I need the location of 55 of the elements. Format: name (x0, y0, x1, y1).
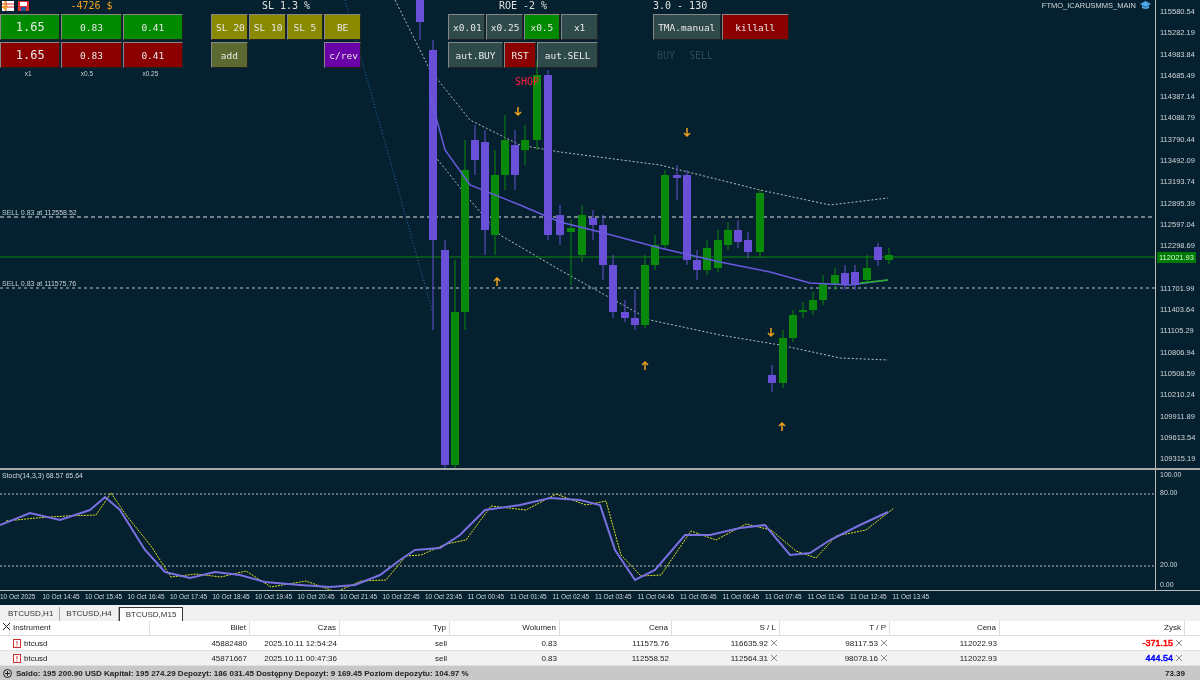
panel-button[interactable]: x0.01 (448, 14, 485, 40)
table-cell-text: 45882480 (211, 637, 247, 650)
column-header[interactable]: Wolumen (450, 621, 560, 635)
table-cell-text: btcusd (24, 637, 48, 650)
table-cell-text: sell (435, 637, 447, 650)
column-header[interactable]: Zysk (1000, 621, 1185, 635)
panel-button[interactable]: aut.SELL (537, 42, 598, 68)
table-cell-text: 2025.10.11 00:47:36 (264, 652, 337, 665)
panel-button[interactable]: 0.83 (61, 14, 122, 40)
table-cell-text: 111575.76 (632, 637, 669, 650)
column-header[interactable]: Bilet (150, 621, 250, 635)
table-cell: 444.54 (1145, 651, 1173, 665)
panel-button[interactable]: 0.83 (61, 42, 122, 68)
table-cell-text: 116635.92 (730, 637, 768, 650)
panel-button[interactable]: 0.41 (122, 42, 183, 68)
table-cell-text: 98078.16 (844, 652, 878, 665)
total-profit: 73.39 (1164, 668, 1185, 678)
signal-label: SHOP (515, 76, 540, 87)
panel-button[interactable]: aut.BUY (448, 42, 504, 68)
panel-button[interactable]: add (211, 42, 248, 68)
column-header[interactable]: S / L (672, 621, 780, 635)
panel-title: -4726 $ (70, 0, 113, 12)
panel-button[interactable]: TMA.manual (653, 14, 721, 40)
table-cell-text: 112022.93 (959, 637, 997, 650)
table-cell-text: 98117.53 (845, 637, 878, 650)
table-cell-text: sell (435, 652, 447, 665)
table-cell-text: 2025.10.11 12:54:24 (264, 637, 337, 650)
column-header[interactable]: Cena (560, 621, 672, 635)
panel-button[interactable]: 0.41 (122, 14, 183, 40)
panel-title: 3.0 - 130 (653, 0, 708, 12)
table-cell-text: 0.83 (541, 637, 557, 650)
table-cell-text: btcusd (24, 652, 48, 665)
panel-title: ROE -2 % (498, 0, 548, 12)
column-header[interactable]: Instrument (10, 621, 150, 635)
panel-button[interactable]: x1 (561, 14, 598, 40)
column-header[interactable]: Cena (890, 621, 1000, 635)
account-summary: Saldo: 195 200.90 USD Kapitał: 195 274.29 Depozyt: 186 031.45 Dostępny Depozyt: 9 169.45 Poziom depozytu: 104.97 % (16, 668, 469, 678)
panel-title: SL 1.3 % (261, 0, 311, 12)
table-cell-text: 45871667 (211, 652, 247, 665)
column-header[interactable]: Typ (340, 621, 450, 635)
table-cell: -371.15 (1142, 636, 1173, 650)
column-header[interactable]: Czas (250, 621, 340, 635)
table-cell-text: 112564.31 (730, 652, 768, 665)
table-cell-text: 112558.52 (631, 652, 669, 665)
panel-button[interactable]: c/rev (324, 42, 361, 68)
column-header[interactable]: T / P (780, 621, 890, 635)
table-cell-text: 0.83 (541, 652, 557, 665)
panel-button[interactable]: 1.65 (0, 42, 61, 68)
panel-button[interactable]: killall (721, 14, 789, 40)
panel-button[interactable]: RST (504, 42, 537, 68)
chart-tab[interactable]: BTCUSD,M15 (118, 607, 184, 621)
panel-button[interactable]: 1.65 (0, 14, 61, 40)
panel-button[interactable]: x0.25 (485, 14, 523, 40)
table-cell-text: 112022.93 (959, 652, 997, 665)
panel-button[interactable]: x0.5 (523, 14, 561, 40)
